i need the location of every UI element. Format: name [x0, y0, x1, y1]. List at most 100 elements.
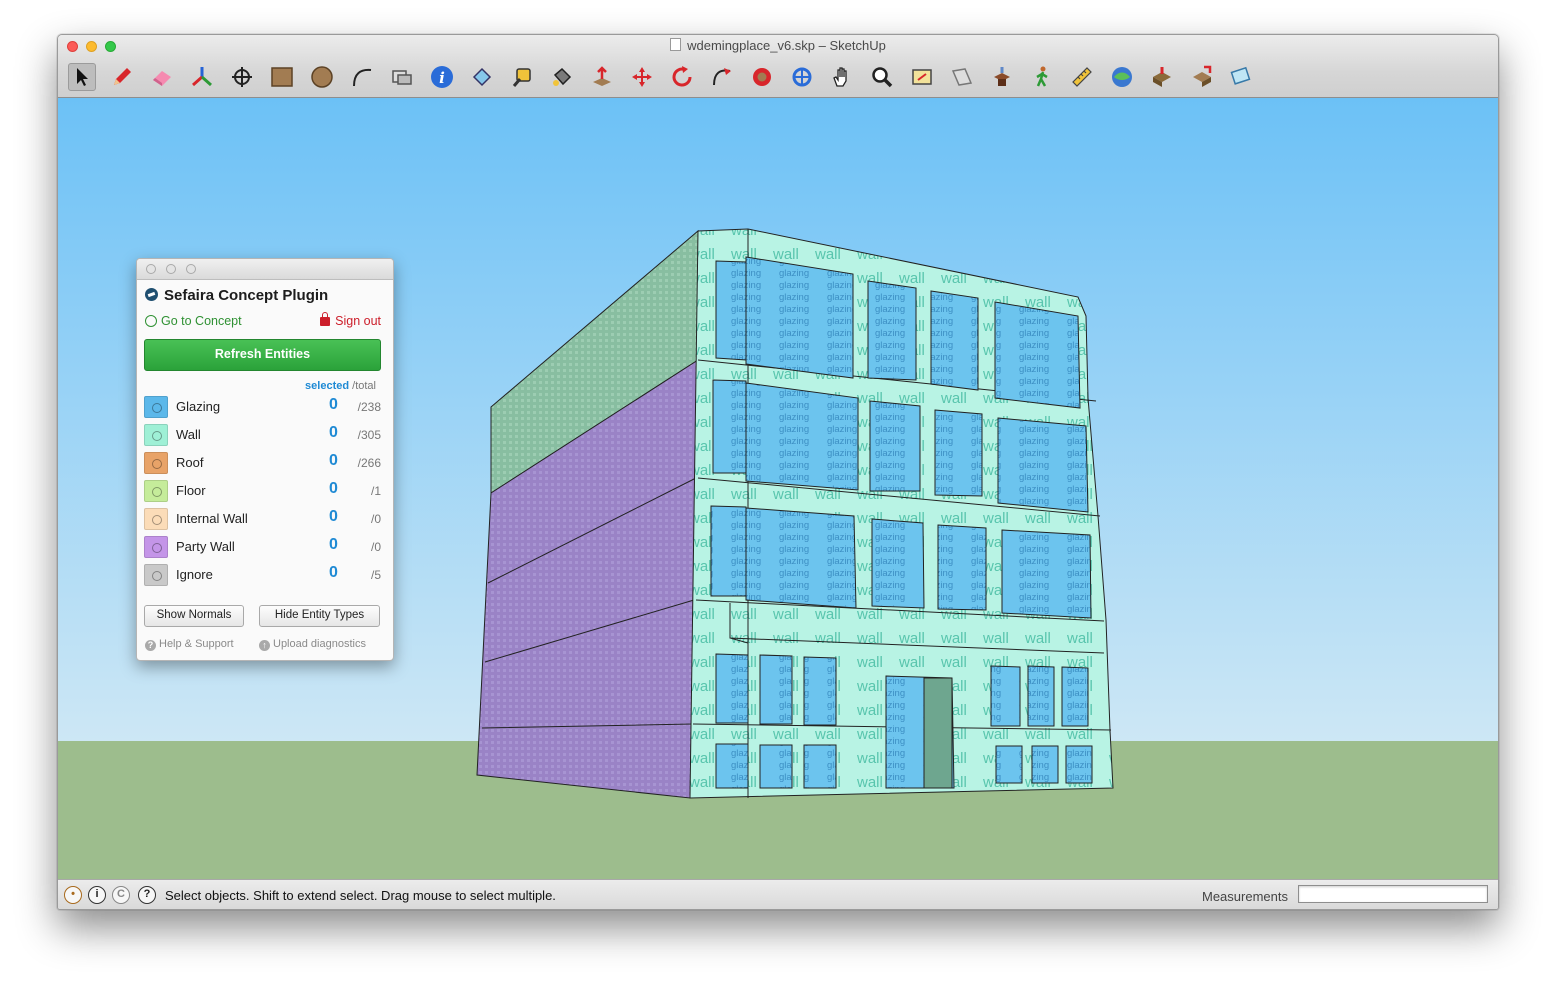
paint-tool[interactable]	[468, 63, 496, 91]
question-icon: ?	[145, 640, 156, 651]
show-normals-button[interactable]: Show Normals	[144, 605, 244, 627]
glazing-swatch[interactable]	[144, 396, 168, 418]
document-icon	[670, 38, 682, 51]
help-support-link[interactable]: ? Help & Support	[145, 638, 234, 651]
sign-out-link[interactable]: Sign out	[320, 312, 381, 328]
ruler-icon	[1072, 67, 1092, 87]
window-title-text: wdemingplace_v6.skp – SketchUp	[687, 38, 886, 53]
entity-row-wall[interactable]: Wall 0 /305	[144, 424, 382, 448]
panel-minimize-button[interactable]	[166, 264, 176, 274]
copyright-status-icon[interactable]: C	[112, 886, 130, 904]
dimension-tool[interactable]	[1068, 63, 1096, 91]
wall-swatch[interactable]	[144, 424, 168, 446]
entity-total-count: /266	[357, 456, 381, 470]
panel-title-bar	[137, 259, 393, 280]
entity-total-count: /305	[357, 428, 381, 442]
panel-close-button[interactable]	[146, 264, 156, 274]
share-component-icon	[1193, 65, 1212, 87]
sefaira-logo-icon	[145, 288, 158, 301]
entity-total-count: /0	[370, 540, 381, 554]
axes-icon	[192, 67, 212, 87]
share-model-icon	[1153, 67, 1171, 87]
sign-out-label: Sign out	[335, 314, 381, 328]
position-camera-tool[interactable]	[228, 63, 256, 91]
axes-tool[interactable]	[188, 63, 216, 91]
zoom-tool[interactable]	[868, 63, 896, 91]
selected-column-label: selected	[305, 380, 350, 392]
globe-icon	[1112, 67, 1132, 87]
circle-icon	[311, 66, 333, 88]
move-tool[interactable]	[628, 63, 656, 91]
rotate-tool[interactable]	[668, 63, 696, 91]
entity-row-glazing[interactable]: Glazing 0 /238	[144, 396, 382, 420]
plugin-title-text: Sefaira Concept Plugin	[164, 287, 329, 304]
pan-tool[interactable]	[828, 63, 856, 91]
rotate-icon	[672, 66, 692, 87]
sefaira-plugin-panel: Sefaira Concept Plugin Go to Concept Sig…	[136, 258, 394, 661]
floor-swatch[interactable]	[144, 480, 168, 502]
orbit-tool[interactable]	[788, 63, 816, 91]
tape-measure-tool[interactable]	[508, 63, 536, 91]
panel-zoom-button[interactable]	[186, 264, 196, 274]
entity-name: Floor	[176, 483, 206, 498]
arrow-icon	[77, 68, 88, 86]
bucket-icon	[553, 67, 572, 86]
entity-row-ignore[interactable]: Ignore 0 /5	[144, 564, 382, 588]
section-plane-tool[interactable]	[388, 63, 416, 91]
zoom-extents-tool[interactable]	[908, 63, 936, 91]
go-to-concept-link[interactable]: Go to Concept	[145, 314, 242, 328]
upload-diagnostics-link[interactable]: ↑ Upload diagnostics	[259, 638, 366, 651]
follow-me-icon	[713, 68, 731, 86]
entity-selected-count: 0	[329, 396, 338, 413]
rectangle-icon	[271, 67, 293, 87]
entity-row-roof[interactable]: Roof 0 /266	[144, 452, 382, 476]
roof-swatch[interactable]	[144, 452, 168, 474]
plugin-title: Sefaira Concept Plugin	[145, 287, 328, 304]
previous-view-tool[interactable]	[948, 63, 976, 91]
paint-bucket-icon	[472, 67, 492, 87]
entity-row-floor[interactable]: Floor 0 /1	[144, 480, 382, 504]
share-model-tool[interactable]	[1148, 63, 1176, 91]
ignore-swatch[interactable]	[144, 564, 168, 586]
share-component-tool[interactable]	[1188, 63, 1216, 91]
entity-selected-count: 0	[329, 480, 338, 497]
go-to-concept-label: Go to Concept	[161, 314, 242, 328]
paint-bucket-tool[interactable]	[548, 63, 576, 91]
magnifier-icon	[872, 67, 893, 88]
entity-selected-count: 0	[329, 508, 338, 525]
measurements-input[interactable]	[1298, 885, 1488, 903]
credits-status-icon[interactable]: i	[88, 886, 106, 904]
arc-icon	[353, 68, 372, 87]
entity-row-party-wall[interactable]: Party Wall 0 /0	[144, 536, 382, 560]
title-bar: wdemingplace_v6.skp – SketchUp i	[58, 35, 1498, 98]
hand-icon	[833, 67, 847, 87]
hide-entity-types-button[interactable]: Hide Entity Types	[259, 605, 380, 627]
follow-me-tool[interactable]	[708, 63, 736, 91]
circle-tool[interactable]	[308, 63, 336, 91]
window-title: wdemingplace_v6.skp – SketchUp	[58, 38, 1498, 53]
eraser-tool[interactable]	[148, 63, 176, 91]
geo-location-tool[interactable]	[1108, 63, 1136, 91]
entrance-door	[923, 677, 953, 789]
help-status-icon[interactable]: ?	[138, 886, 156, 904]
entity-total-count: /5	[370, 568, 381, 582]
geo-location-status-icon[interactable]: •	[64, 886, 82, 904]
walk-tool[interactable]	[1028, 63, 1056, 91]
entity-selected-count: 0	[329, 424, 338, 441]
push-pull-tool[interactable]	[588, 63, 616, 91]
entity-selected-count: 0	[329, 452, 338, 469]
refresh-entities-button[interactable]: Refresh Entities	[144, 339, 381, 371]
select-tool[interactable]	[68, 63, 96, 91]
offset-tool[interactable]	[748, 63, 776, 91]
rectangle-tool[interactable]	[268, 63, 296, 91]
entity-row-internal-wall[interactable]: Internal Wall 0 /0	[144, 508, 382, 532]
party-wall-swatch[interactable]	[144, 536, 168, 558]
arc-tool[interactable]	[348, 63, 376, 91]
model-info-tool[interactable]: i	[428, 63, 456, 91]
internal-wall-swatch[interactable]	[144, 508, 168, 530]
layout-tool[interactable]	[1228, 63, 1256, 91]
section-icon	[392, 70, 412, 85]
line-tool[interactable]	[108, 63, 136, 91]
get-models-tool[interactable]	[988, 63, 1016, 91]
previous-view-icon	[951, 68, 973, 86]
